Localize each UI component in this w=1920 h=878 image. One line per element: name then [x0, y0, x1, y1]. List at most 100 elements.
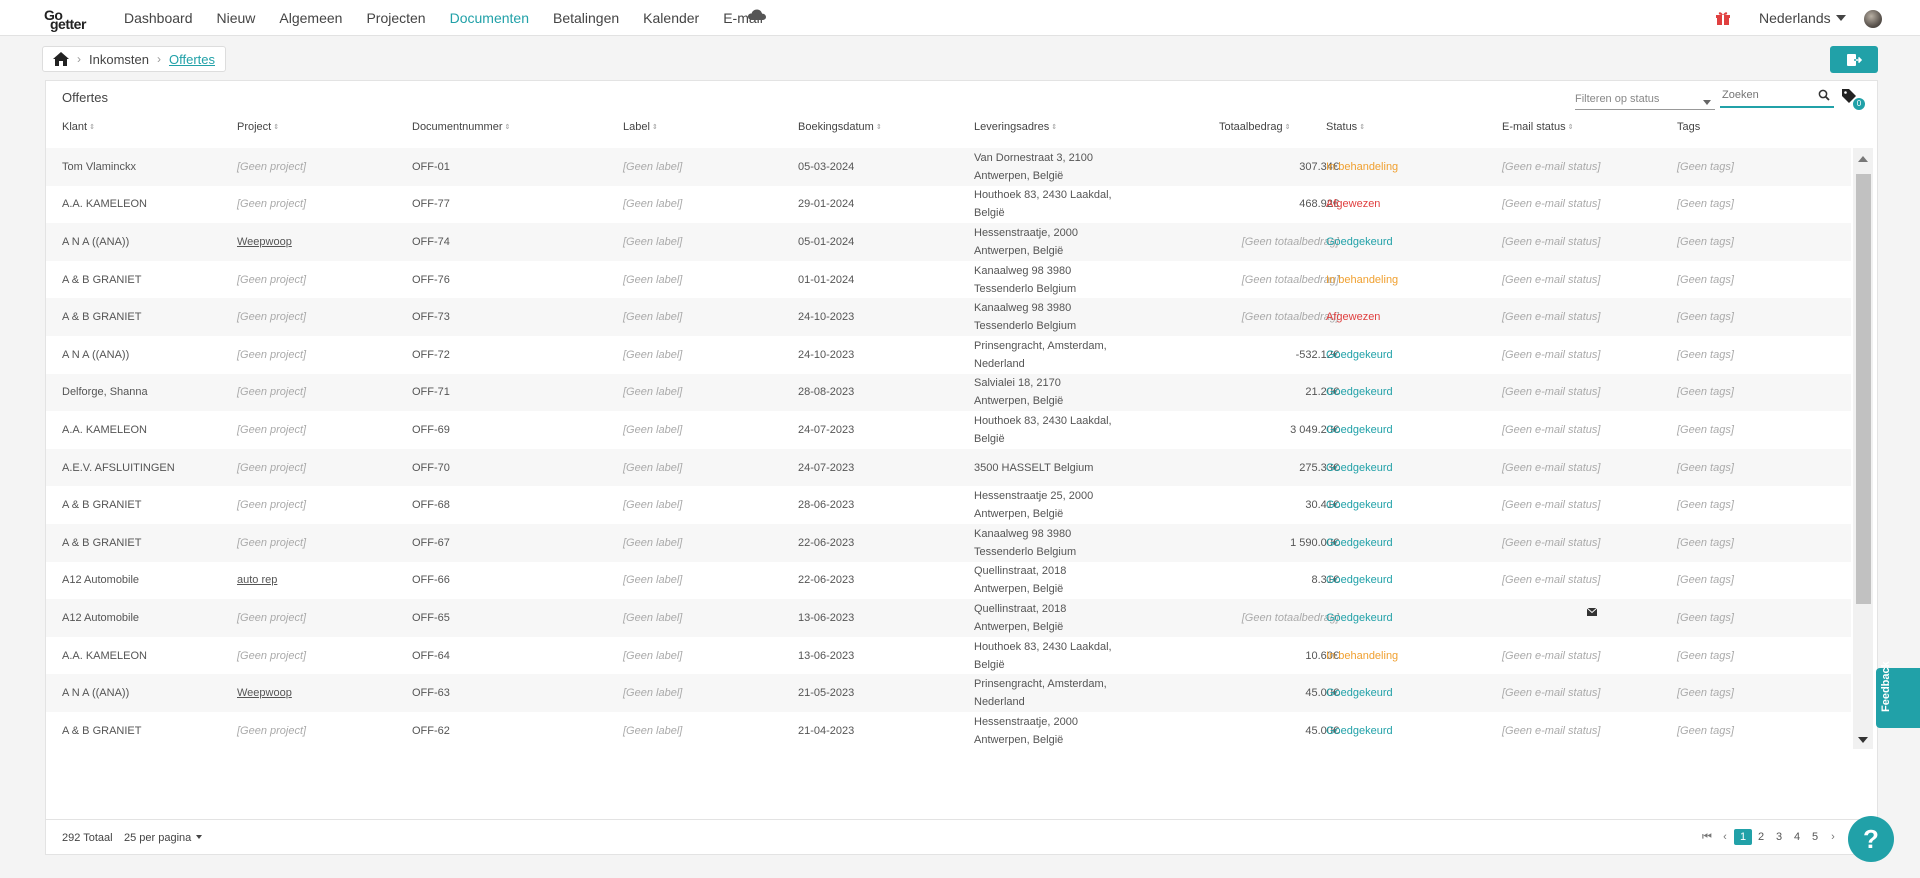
- cell-project: [Geen project]: [237, 411, 306, 449]
- export-icon: [1847, 53, 1862, 66]
- column-header-label: Leveringsadres: [974, 121, 1050, 133]
- sort-icon[interactable]: ⇕: [1568, 124, 1574, 131]
- cell-klant-text: A & B GRANIET: [62, 311, 142, 324]
- cell-adres: Salvialei 18, 2170 Antwerpen, België: [974, 374, 1124, 412]
- cell-bedrag: [Geen totaalbedrag]: [1199, 599, 1339, 637]
- page-4[interactable]: 4: [1788, 829, 1806, 845]
- nav-item-projecten[interactable]: Projecten: [366, 10, 425, 26]
- envelope-icon[interactable]: [1587, 608, 1597, 617]
- page-1[interactable]: 1: [1734, 829, 1752, 845]
- column-header-adres[interactable]: Leveringsadres ⇕: [974, 121, 1057, 133]
- gift-icon[interactable]: [1715, 10, 1731, 26]
- sort-icon[interactable]: ⇕: [652, 124, 658, 131]
- per-page-selector[interactable]: 25 per pagina: [124, 832, 203, 844]
- table-row[interactable]: A & B GRANIET [Geen project] OFF-67 [Geen l…: [46, 524, 1851, 562]
- table-row[interactable]: A.A. KAMELEON [Geen project] OFF-64 [Geen l…: [46, 637, 1851, 675]
- nav-item-nieuw[interactable]: Nieuw: [217, 10, 256, 26]
- cell-bedrag: 10.60€: [1199, 637, 1339, 675]
- table-row[interactable]: A N A ((ANA)) Weepwoop OFF-63 [Geen label] 2…: [46, 674, 1851, 712]
- column-header-datum[interactable]: Boekingsdatum ⇕: [798, 121, 882, 133]
- sort-icon[interactable]: ⇕: [273, 124, 279, 131]
- nav-item-documenten[interactable]: Documenten: [450, 10, 529, 26]
- cell-status: Goedgekeurd: [1326, 674, 1393, 712]
- page-2[interactable]: 2: [1752, 829, 1770, 845]
- table-row[interactable]: A.A. KAMELEON [Geen project] OFF-69 [Geen l…: [46, 411, 1851, 449]
- sort-icon[interactable]: ⇕: [89, 124, 95, 131]
- project-link[interactable]: Weepwoop: [237, 687, 292, 699]
- table-row[interactable]: Tom Vlaminckx [Geen project] OFF-01 [Geen l…: [46, 148, 1851, 186]
- page-5[interactable]: 5: [1806, 829, 1824, 845]
- status-filter-dropdown[interactable]: Filteren op status: [1575, 88, 1715, 110]
- sort-icon[interactable]: ⇕: [876, 124, 882, 131]
- table-row[interactable]: A & B GRANIET [Geen project] OFF-68 [Geen l…: [46, 486, 1851, 524]
- column-header-tags[interactable]: Tags: [1677, 121, 1700, 133]
- gogetter-logo[interactable]: Go getter: [44, 7, 102, 32]
- cell-klant-text: A & B GRANIET: [62, 724, 142, 737]
- cell-label-text: [Geen label]: [623, 574, 683, 587]
- search-field[interactable]: [1720, 86, 1834, 108]
- table-row[interactable]: A & B GRANIET [Geen project] OFF-73 [Geen l…: [46, 298, 1851, 336]
- cell-label-text: [Geen label]: [623, 461, 683, 474]
- table-row[interactable]: A.E.V. AFSLUITINGEN [Geen project] OFF-70 […: [46, 448, 1851, 487]
- sort-icon[interactable]: ⇕: [1359, 124, 1365, 131]
- cell-doc: OFF-73: [412, 298, 450, 336]
- scroll-up-icon[interactable]: [1858, 156, 1868, 162]
- table-row[interactable]: A12 Automobile [Geen project] OFF-65 [Geen …: [46, 599, 1851, 637]
- breadcrumb-inkomsten[interactable]: Inkomsten: [89, 52, 149, 67]
- cell-bedrag: 1 590.00€: [1199, 524, 1339, 562]
- table-row[interactable]: A & B GRANIET [Geen project] OFF-76 [Geen l…: [46, 261, 1851, 299]
- sort-icon[interactable]: ⇕: [1051, 124, 1057, 131]
- column-header-doc[interactable]: Documentnummer ⇕: [412, 121, 510, 133]
- column-header-label[interactable]: Label ⇕: [623, 121, 658, 133]
- project-link[interactable]: auto rep: [237, 574, 277, 586]
- cell-status: Goedgekeurd: [1326, 486, 1393, 524]
- feedback-tab[interactable]: Feedback: [1876, 661, 1920, 728]
- tag-filter-button[interactable]: 0: [1841, 88, 1865, 110]
- table-row[interactable]: A N A ((ANA)) Weepwoop OFF-74 [Geen label] 0…: [46, 223, 1851, 261]
- avatar[interactable]: [1864, 10, 1882, 28]
- scroll-down-icon[interactable]: [1858, 737, 1868, 743]
- first-page-icon[interactable]: ⏮: [1698, 829, 1716, 845]
- search-icon[interactable]: [1818, 89, 1830, 101]
- column-header-email[interactable]: E-mail status ⇕: [1502, 121, 1573, 133]
- cell-project-text: [Geen project]: [237, 461, 307, 474]
- pagination: ⏮ ‹ 1 2 3 4 5 ›: [1698, 829, 1842, 845]
- breadcrumb-separator: ›: [156, 52, 161, 66]
- breadcrumb-offertes[interactable]: Offertes: [169, 52, 215, 67]
- language-selector[interactable]: Nederlands: [1759, 10, 1846, 26]
- nav-item-betalingen[interactable]: Betalingen: [553, 10, 619, 26]
- export-button[interactable]: [1830, 46, 1878, 73]
- nav-item-dashboard[interactable]: Dashboard: [124, 10, 193, 26]
- table-row[interactable]: A N A ((ANA)) [Geen project] OFF-72 [Geen l…: [46, 336, 1851, 374]
- home-icon[interactable]: [53, 52, 69, 66]
- cloud-icon[interactable]: [748, 9, 766, 21]
- column-header-status[interactable]: Status ⇕: [1326, 121, 1365, 133]
- sort-icon[interactable]: ⇕: [504, 124, 510, 131]
- scrollbar-thumb[interactable]: [1856, 174, 1871, 604]
- column-header-project[interactable]: Project ⇕: [237, 121, 279, 133]
- cell-doc-text: OFF-67: [412, 536, 450, 549]
- prev-page-icon[interactable]: ‹: [1716, 829, 1734, 845]
- address-line: Antwerpen, België: [974, 508, 1064, 521]
- table-row[interactable]: A12 Automobile auto rep OFF-66 [Geen label]…: [46, 562, 1851, 600]
- sort-icon[interactable]: ⇕: [1285, 124, 1291, 131]
- next-page-icon[interactable]: ›: [1824, 829, 1842, 845]
- column-header-bedrag[interactable]: Totaalbedrag ⇕: [1219, 121, 1290, 133]
- column-header-klant[interactable]: Klant ⇕: [62, 121, 95, 133]
- table-scrollbar[interactable]: [1853, 148, 1873, 749]
- project-link[interactable]: Weepwoop: [237, 236, 292, 248]
- nav-item-algemeen[interactable]: Algemeen: [279, 10, 342, 26]
- table-row[interactable]: Delforge, Shanna [Geen project] OFF-71 [Gee…: [46, 373, 1851, 412]
- address-line: Prinsengracht, Amsterdam,: [974, 339, 1107, 352]
- search-input[interactable]: [1720, 86, 1810, 104]
- cell-klant-text: A N A ((ANA)): [62, 687, 130, 700]
- nav-item-kalender[interactable]: Kalender: [643, 10, 699, 26]
- page-3[interactable]: 3: [1770, 829, 1788, 845]
- cell-email-text: [Geen e-mail status]: [1502, 311, 1601, 324]
- cell-label: [Geen label]: [623, 374, 682, 412]
- table-row[interactable]: A & B GRANIET [Geen project] OFF-62 [Geen l…: [46, 712, 1851, 749]
- cell-email: [Geen e-mail status]: [1502, 298, 1600, 336]
- table-row[interactable]: A.A. KAMELEON [Geen project] OFF-77 [Geen l…: [46, 186, 1851, 224]
- cell-bedrag: [Geen totaalbedrag]: [1199, 261, 1339, 299]
- help-button[interactable]: ?: [1848, 816, 1894, 862]
